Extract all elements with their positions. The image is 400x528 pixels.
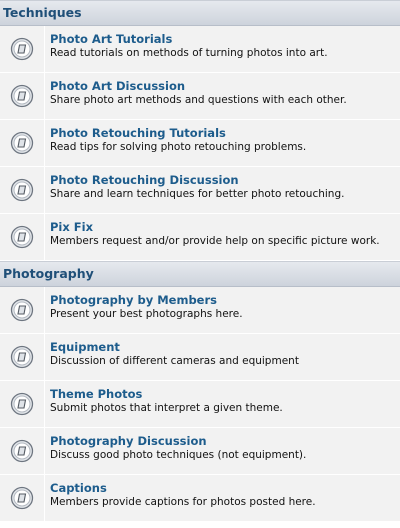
forum-list: Techniques Photo Art Tutorials Read tuto… (0, 0, 400, 522)
forum-row: Photography by Members Present your best… (0, 287, 400, 334)
forum-read-icon (0, 26, 45, 72)
forum-info: Captions Members provide captions for ph… (45, 475, 400, 521)
forum-read-icon (0, 73, 45, 119)
forum-link-photo-art-discussion[interactable]: Photo Art Discussion (50, 80, 400, 93)
category-header-techniques: Techniques (0, 0, 400, 26)
forum-read-icon (0, 475, 45, 521)
forum-description: Read tutorials on methods of turning pho… (50, 47, 328, 59)
forum-link-photo-retouching-discussion[interactable]: Photo Retouching Discussion (50, 174, 400, 187)
forum-info: Pix Fix Members request and/or provide h… (45, 214, 400, 260)
forum-read-icon (0, 214, 45, 260)
category-header-photography: Photography (0, 261, 400, 287)
forum-info: Photo Retouching Discussion Share and le… (45, 167, 400, 213)
forum-link-photography-by-members[interactable]: Photography by Members (50, 294, 400, 307)
forum-info: Equipment Discussion of different camera… (45, 334, 400, 380)
forum-read-icon (0, 120, 45, 166)
forum-link-photography-discussion[interactable]: Photography Discussion (50, 435, 400, 448)
forum-info: Photo Art Tutorials Read tutorials on me… (45, 26, 400, 72)
forum-row: Photo Art Tutorials Read tutorials on me… (0, 26, 400, 73)
forum-row: Captions Members provide captions for ph… (0, 475, 400, 522)
forum-read-icon (0, 167, 45, 213)
forum-row: Photo Retouching Tutorials Read tips for… (0, 120, 400, 167)
forum-info: Photo Retouching Tutorials Read tips for… (45, 120, 400, 166)
forum-read-icon (0, 287, 45, 333)
forum-row: Pix Fix Members request and/or provide h… (0, 214, 400, 261)
forum-description: Discuss good photo techniques (not equip… (50, 449, 307, 461)
forum-link-photo-art-tutorials[interactable]: Photo Art Tutorials (50, 33, 400, 46)
forum-row: Photography Discussion Discuss good phot… (0, 428, 400, 475)
forum-description: Members request and/or provide help on s… (50, 235, 380, 247)
forum-row: Photo Retouching Discussion Share and le… (0, 167, 400, 214)
forum-link-theme-photos[interactable]: Theme Photos (50, 388, 400, 401)
forum-description: Share photo art methods and questions wi… (50, 94, 347, 106)
forum-link-pix-fix[interactable]: Pix Fix (50, 221, 400, 234)
forum-description: Submit photos that interpret a given the… (50, 402, 283, 414)
forum-read-icon (0, 428, 45, 474)
forum-read-icon (0, 334, 45, 380)
forum-info: Photography Discussion Discuss good phot… (45, 428, 400, 474)
forum-info: Photography by Members Present your best… (45, 287, 400, 333)
forum-description: Discussion of different cameras and equi… (50, 355, 299, 367)
forum-read-icon (0, 381, 45, 427)
forum-info: Theme Photos Submit photos that interpre… (45, 381, 400, 427)
forum-description: Read tips for solving photo retouching p… (50, 141, 307, 153)
forum-link-equipment[interactable]: Equipment (50, 341, 400, 354)
forum-link-captions[interactable]: Captions (50, 482, 400, 495)
forum-description: Present your best photographs here. (50, 308, 243, 320)
forum-row: Equipment Discussion of different camera… (0, 334, 400, 381)
forum-row: Photo Art Discussion Share photo art met… (0, 73, 400, 120)
forum-description: Members provide captions for photos post… (50, 496, 316, 508)
forum-row: Theme Photos Submit photos that interpre… (0, 381, 400, 428)
forum-description: Share and learn techniques for better ph… (50, 188, 345, 200)
forum-info: Photo Art Discussion Share photo art met… (45, 73, 400, 119)
forum-link-photo-retouching-tutorials[interactable]: Photo Retouching Tutorials (50, 127, 400, 140)
